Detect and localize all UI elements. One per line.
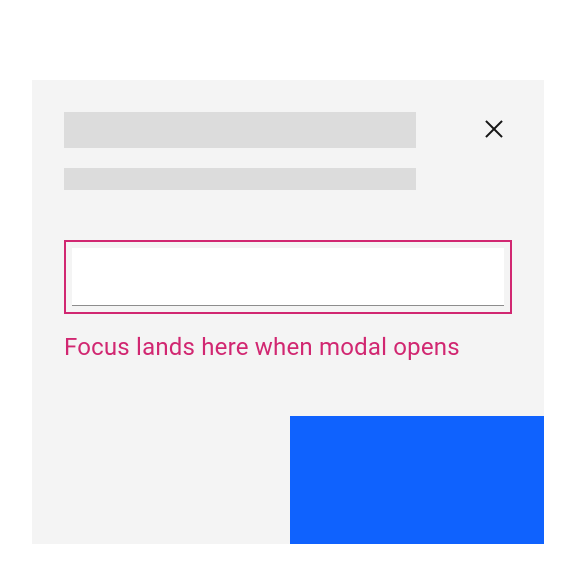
primary-text-input[interactable] xyxy=(72,248,504,306)
close-icon xyxy=(483,118,505,143)
modal-subtitle-skeleton xyxy=(64,168,416,190)
primary-action-button[interactable] xyxy=(290,416,544,544)
modal-header xyxy=(32,80,544,190)
modal-dialog: Focus lands here when modal opens xyxy=(32,80,544,544)
focus-ring xyxy=(64,240,512,314)
input-group xyxy=(64,240,512,314)
modal-title-skeleton xyxy=(64,112,416,148)
close-button[interactable] xyxy=(476,112,512,148)
helper-text: Focus lands here when modal opens xyxy=(64,332,512,363)
